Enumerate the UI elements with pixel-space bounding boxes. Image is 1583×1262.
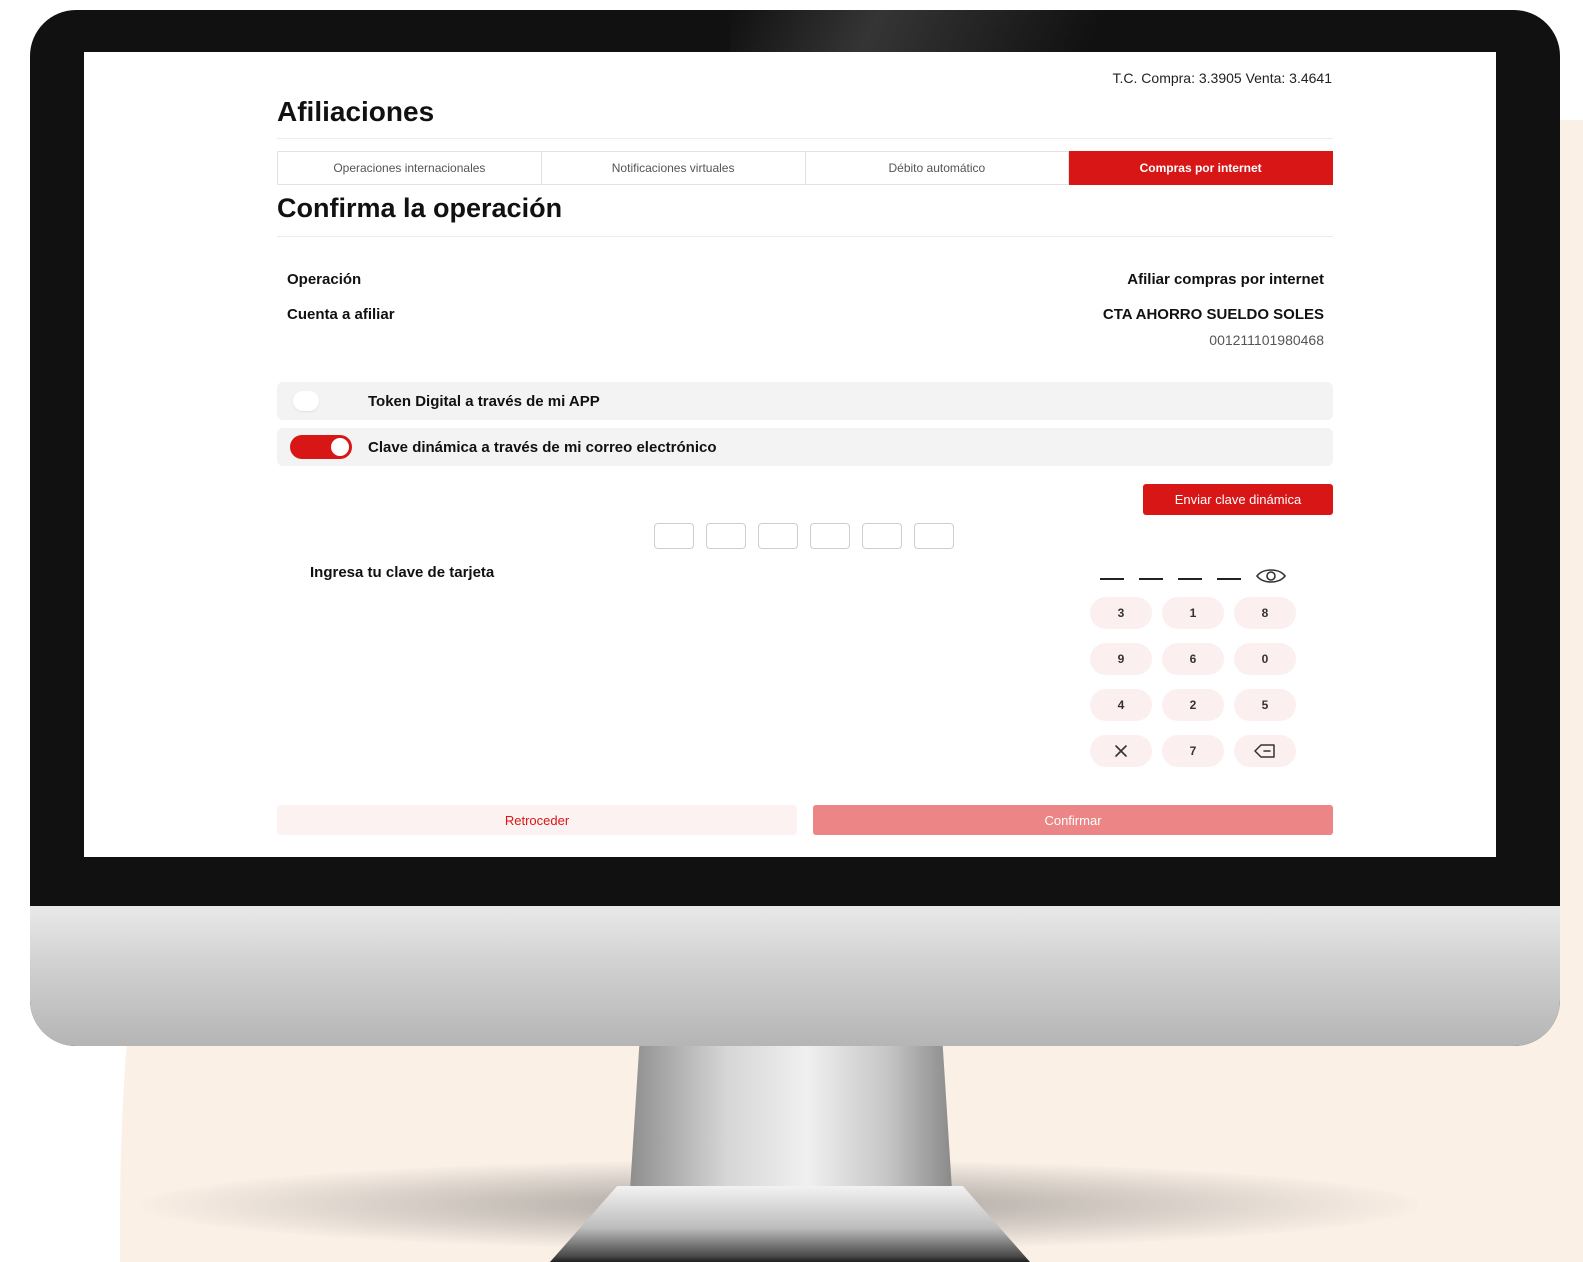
- otp-digit-input[interactable]: [758, 523, 798, 549]
- token-digital-toggle[interactable]: [290, 389, 352, 413]
- account-number: 001211101980468: [1209, 332, 1324, 348]
- otp-digit-input[interactable]: [862, 523, 902, 549]
- pin-slot: [1178, 578, 1202, 580]
- tab-bar: Operaciones internacionales Notificacion…: [277, 151, 1333, 185]
- page-title: Afiliaciones: [277, 96, 435, 127]
- key-0[interactable]: 0: [1234, 643, 1296, 675]
- section-divider: [277, 236, 1333, 237]
- send-dynamic-key-button[interactable]: Enviar clave dinámica: [1143, 484, 1333, 515]
- backspace-key[interactable]: [1234, 735, 1296, 767]
- key-5[interactable]: 5: [1234, 689, 1296, 721]
- monitor-frame: T.C. Compra: 3.3905 Venta: 3.4641 Afilia…: [30, 10, 1560, 1046]
- monitor-chin: [30, 906, 1560, 1046]
- key-9[interactable]: 9: [1090, 643, 1152, 675]
- account-label: Cuenta a afiliar: [287, 306, 395, 323]
- key-4[interactable]: 4: [1090, 689, 1152, 721]
- key-6[interactable]: 6: [1162, 643, 1224, 675]
- dynamic-key-toggle[interactable]: [290, 435, 352, 459]
- operation-label: Operación: [287, 271, 362, 288]
- operation-value: Afiliar compras por internet: [1127, 271, 1324, 288]
- token-digital-option[interactable]: Token Digital a través de mi APP: [277, 382, 1333, 420]
- title-divider: [277, 138, 1333, 139]
- exchange-rate: T.C. Compra: 3.3905 Venta: 3.4641: [1112, 70, 1332, 86]
- pin-display: [1100, 564, 1241, 580]
- pin-slot: [1217, 578, 1241, 580]
- otp-digit-input[interactable]: [654, 523, 694, 549]
- tab-operaciones-internacionales[interactable]: Operaciones internacionales: [277, 151, 542, 185]
- toggle-knob: [293, 391, 319, 411]
- tab-debito-automatico[interactable]: Débito automático: [805, 151, 1070, 185]
- pin-keypad: 3 1 8 9 6 0 4 2 5 7: [1090, 597, 1296, 767]
- key-8[interactable]: 8: [1234, 597, 1296, 629]
- key-2[interactable]: 2: [1162, 689, 1224, 721]
- token-digital-label: Token Digital a través de mi APP: [368, 392, 600, 410]
- key-3[interactable]: 3: [1090, 597, 1152, 629]
- key-7[interactable]: 7: [1162, 735, 1224, 767]
- monitor-stand-neck: [630, 1040, 952, 1190]
- otp-digit-input[interactable]: [914, 523, 954, 549]
- pin-slot: [1100, 578, 1124, 580]
- monitor-stand-base: [550, 1186, 1030, 1262]
- pin-slot: [1139, 578, 1163, 580]
- app-screen: T.C. Compra: 3.3905 Venta: 3.4641 Afilia…: [84, 52, 1496, 857]
- confirm-button[interactable]: Confirmar: [813, 805, 1333, 835]
- card-pin-label: Ingresa tu clave de tarjeta: [310, 564, 495, 581]
- tab-notificaciones-virtuales[interactable]: Notificaciones virtuales: [541, 151, 806, 185]
- dynamic-key-option[interactable]: Clave dinámica a través de mi correo ele…: [277, 428, 1333, 466]
- eye-icon[interactable]: [1255, 565, 1287, 587]
- clear-key[interactable]: [1090, 735, 1152, 767]
- back-button[interactable]: Retroceder: [277, 805, 797, 835]
- otp-digit-input[interactable]: [810, 523, 850, 549]
- otp-digit-input[interactable]: [706, 523, 746, 549]
- dynamic-key-label: Clave dinámica a través de mi correo ele…: [368, 438, 717, 456]
- section-title: Confirma la operación: [277, 193, 563, 223]
- tab-compras-por-internet[interactable]: Compras por internet: [1069, 151, 1333, 185]
- otp-input-group: [654, 523, 954, 549]
- key-1[interactable]: 1: [1162, 597, 1224, 629]
- backspace-icon: [1254, 744, 1275, 758]
- toggle-knob: [331, 438, 349, 456]
- clear-icon: [1115, 745, 1127, 757]
- account-value: CTA AHORRO SUELDO SOLES: [1102, 306, 1324, 323]
